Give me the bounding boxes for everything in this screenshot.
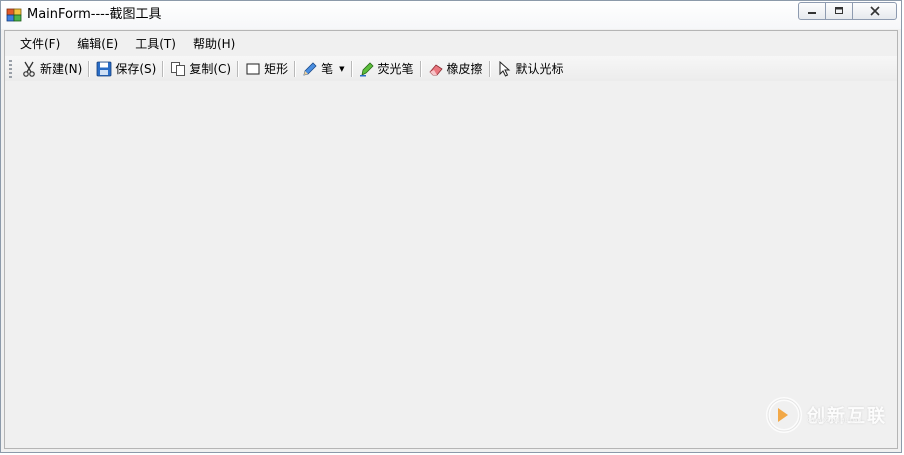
new-button[interactable]: 新建(N) (18, 58, 85, 79)
main-window: MainForm----截图工具 文件(F) 编辑(E) 工具(T) 帮助(H) (0, 0, 902, 453)
toolbar-separator (88, 60, 91, 77)
rectangle-icon (246, 62, 260, 75)
toolbar-separator (237, 60, 240, 77)
toolbar-separator (419, 60, 422, 77)
restore-icon (835, 7, 843, 14)
new-label: 新建(N) (40, 62, 83, 76)
toolbar-separator (350, 60, 353, 77)
close-icon (869, 6, 880, 16)
restore-button[interactable] (825, 2, 853, 20)
eraser-icon (428, 63, 443, 75)
toolbar-separator (294, 60, 297, 77)
default-cursor-label: 默认光标 (515, 62, 564, 76)
eraser-label: 橡皮擦 (446, 62, 483, 76)
save-icon (96, 61, 112, 76)
default-cursor-button[interactable]: 默认光标 (494, 58, 567, 79)
toolbar-separator (488, 60, 491, 77)
watermark-text: 创新互联 (807, 406, 887, 427)
toolbar-grip[interactable] (9, 59, 12, 78)
caption-buttons (798, 2, 897, 20)
pencil-icon (303, 61, 317, 76)
title-bar[interactable]: MainForm----截图工具 (1, 1, 901, 29)
watermark-subtext: CHUANG XIN HU LIAN (807, 418, 862, 424)
client-area: 文件(F) 编辑(E) 工具(T) 帮助(H) 新建(N) 保存(S) 复制(C… (4, 30, 898, 449)
highlighter-icon (359, 61, 374, 76)
menu-file[interactable]: 文件(F) (13, 32, 67, 55)
window-title: MainForm----截图工具 (27, 7, 162, 22)
eraser-button[interactable]: 橡皮擦 (425, 58, 486, 79)
brand-logo-icon (766, 397, 802, 433)
copy-label: 复制(C) (189, 62, 232, 76)
minimize-icon (808, 12, 816, 14)
menu-edit[interactable]: 编辑(E) (70, 32, 125, 55)
rectangle-label: 矩形 (264, 62, 289, 76)
tool-strip: 新建(N) 保存(S) 复制(C) 矩形 笔 ▼ 荧光笔 橡皮擦 默认光标 (5, 56, 897, 81)
menu-bar: 文件(F) 编辑(E) 工具(T) 帮助(H) (5, 31, 897, 55)
menu-help[interactable]: 帮助(H) (186, 32, 242, 55)
cursor-icon (499, 60, 510, 77)
copy-icon (171, 61, 186, 76)
highlighter-label: 荧光笔 (377, 62, 414, 76)
drawing-canvas[interactable]: 创新互联 CHUANG XIN HU LIAN (5, 81, 897, 448)
watermark: 创新互联 CHUANG XIN HU LIAN (765, 396, 887, 434)
highlighter-button[interactable]: 荧光笔 (356, 58, 417, 79)
toolbar-separator (162, 60, 165, 77)
menu-tools[interactable]: 工具(T) (128, 32, 183, 55)
pen-label: 笔 (321, 62, 334, 76)
rectangle-button[interactable]: 矩形 (242, 58, 291, 79)
pen-dropdown-button[interactable]: 笔 ▼ (299, 58, 347, 79)
minimize-button[interactable] (798, 2, 826, 20)
scissors-icon (23, 61, 35, 77)
save-label: 保存(S) (115, 62, 157, 76)
app-icon (6, 8, 22, 22)
copy-button[interactable]: 复制(C) (167, 58, 234, 79)
save-button[interactable]: 保存(S) (93, 58, 159, 79)
dropdown-arrow-icon: ▼ (339, 64, 345, 73)
close-button[interactable] (852, 2, 897, 20)
